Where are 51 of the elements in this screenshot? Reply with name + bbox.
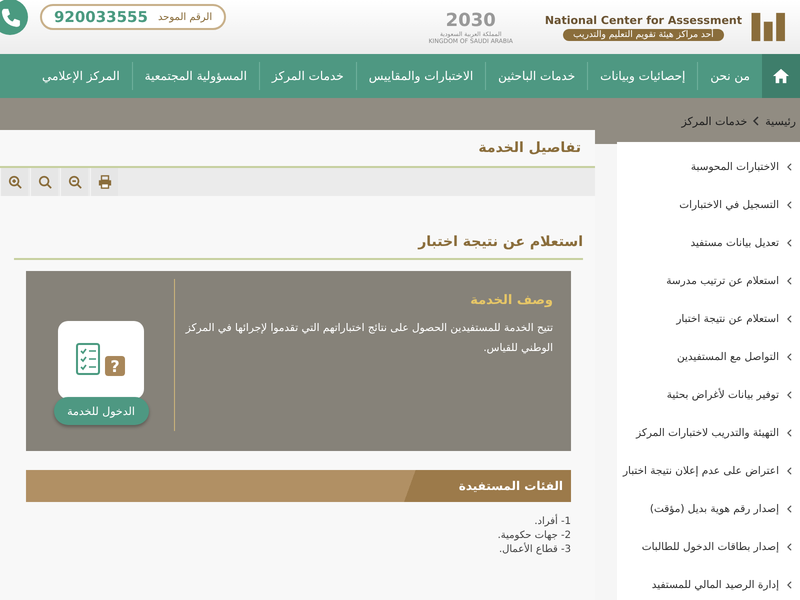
sidebar-link[interactable]: اعتراض على عدم إعلان نتيجة اختبار [617, 452, 800, 490]
phone-label: الرقم الموحد [158, 12, 212, 22]
beneficiary-item: 2- جهات حكومية. [498, 530, 571, 541]
search-icon [38, 175, 52, 189]
sidebar-link[interactable]: تعديل بيانات مستفيد [617, 224, 800, 262]
chevron-icon [753, 116, 760, 126]
sidebar-link[interactable]: توفير بيانات لأغراض بحثية [617, 376, 800, 414]
sidebar-link[interactable]: التسجيل في الاختبارات [617, 186, 800, 224]
panel-title: تفاصيل الخدمة [478, 140, 581, 156]
sidebar-link[interactable]: إدارة الرصيد المالي للمستفيد [617, 566, 800, 600]
description-text: تتيح الخدمة للمستفيدين الحصول على نتائج اختباراتهم التي تقدموا لإجرائها في المركز الوطني للقياس. [184, 321, 553, 356]
print-button[interactable] [90, 168, 118, 196]
chevron-icon [787, 543, 792, 551]
breadcrumb-link[interactable]: رئيسية [765, 114, 796, 128]
sidebar-link[interactable]: التهيئة والتدريب لاختبارات المركز [617, 414, 800, 452]
vision-year: 2030 [446, 10, 496, 30]
chevron-icon [787, 505, 792, 513]
org-name: National Center for Assessment [544, 14, 742, 26]
home-icon [772, 68, 790, 84]
chevron-icon [787, 277, 792, 285]
chevron-icon [787, 429, 792, 437]
search-button[interactable] [30, 168, 58, 196]
phone-icon[interactable] [0, 0, 28, 35]
chevron-icon [787, 353, 792, 361]
sidebar-link[interactable]: إصدار بطاقات الدخول للطالبات [617, 528, 800, 566]
beneficiary-item: 3- قطاع الأعمال. [498, 544, 571, 555]
sidebar-link[interactable]: استعلام عن ترتيب مدرسة [617, 262, 800, 300]
beneficiary-item: 1- أفراد. [534, 516, 571, 527]
chevron-icon [787, 581, 792, 589]
zoom-in-icon [8, 175, 22, 189]
chevron-icon [787, 467, 792, 475]
chevron-icon [787, 239, 792, 247]
chevron-icon [787, 201, 792, 209]
zoom-out-icon [68, 175, 82, 189]
zoom-in-button[interactable] [0, 168, 28, 196]
chevron-icon [787, 315, 792, 323]
chevron-icon [787, 391, 792, 399]
service-title: استعلام عن نتيجة اختبار [14, 234, 583, 260]
sidebar-link[interactable]: الاختبارات المحوسبة [617, 148, 800, 186]
home-button[interactable] [762, 54, 800, 98]
org-tagline: أحد مراكز هيئة تقويم التعليم والتدريب [563, 28, 724, 40]
chevron-icon [787, 163, 792, 171]
breadcrumb-link[interactable]: خدمات المركز [681, 114, 748, 128]
sidebar-link[interactable]: استعلام عن نتيجة اختبار [617, 300, 800, 338]
zoom-out-button[interactable] [60, 168, 88, 196]
description-heading: وصف الخدمة [469, 293, 553, 308]
sidebar-link[interactable]: إصدار رقم هوية بديل (مؤقت) [617, 490, 800, 528]
sidebar-link[interactable]: التواصل مع المستفيدين [617, 338, 800, 376]
print-icon [98, 175, 112, 189]
beneficiaries-heading: الفئات المستفيدة [458, 479, 563, 493]
phone-number: 920033555 [54, 8, 148, 26]
